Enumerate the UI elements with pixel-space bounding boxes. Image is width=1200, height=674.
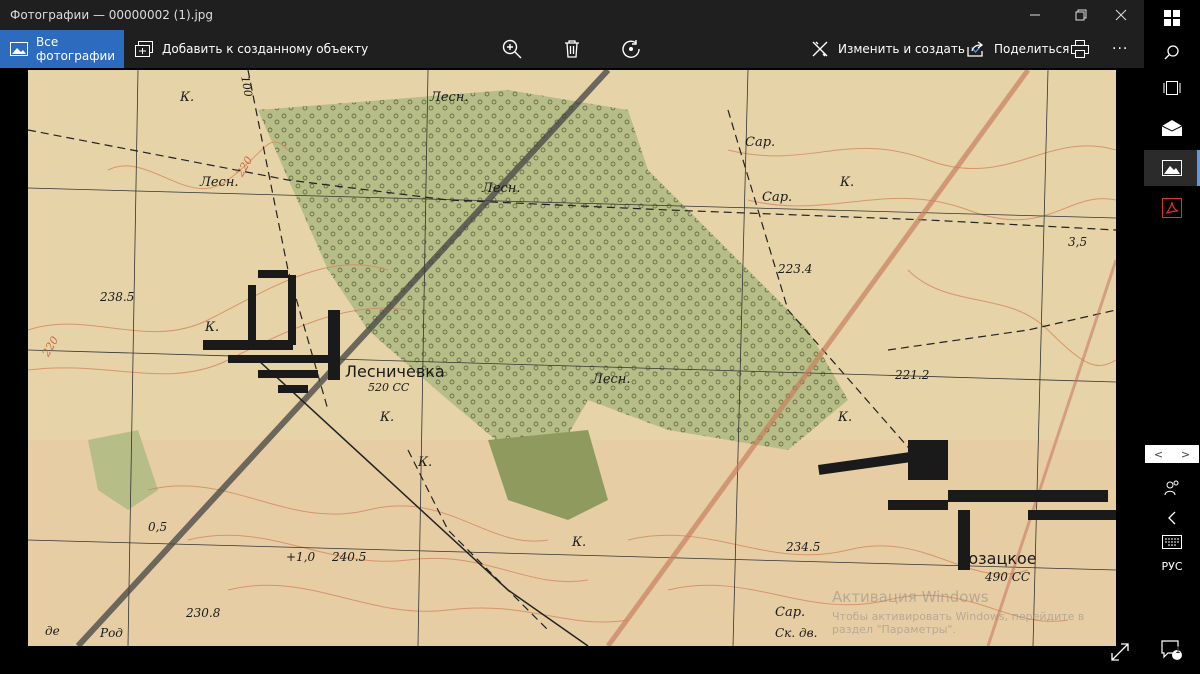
edit-create-icon xyxy=(810,39,830,59)
delete-button[interactable] xyxy=(562,30,590,68)
map-image xyxy=(28,70,1116,646)
taskbar-app-pdf[interactable] xyxy=(1144,190,1200,226)
photo-icon xyxy=(1162,160,1182,176)
zoom-button[interactable] xyxy=(502,30,530,68)
people-icon xyxy=(1164,480,1179,496)
close-icon xyxy=(1115,9,1127,21)
scroll-right-button[interactable]: > xyxy=(1172,445,1199,463)
add-to-creation-button[interactable]: Добавить к созданному объекту xyxy=(134,30,368,68)
taskbar: РУС 1 xyxy=(1144,0,1200,674)
rotate-icon xyxy=(621,39,641,59)
toolbar: Все фотографии Добавить к созданному объ… xyxy=(0,30,1144,68)
scroll-left-button[interactable]: < xyxy=(1145,445,1172,463)
window-title: Фотографии — 00000002 (1).jpg xyxy=(10,8,214,22)
start-button[interactable] xyxy=(1144,0,1200,36)
action-center-button[interactable]: 1 xyxy=(1144,632,1200,668)
expand-icon xyxy=(1111,643,1129,661)
chevron-left-icon xyxy=(1168,511,1176,525)
print-button[interactable] xyxy=(1070,30,1098,68)
windows-icon xyxy=(1164,10,1180,26)
edit-create-button[interactable]: Изменить и создать xyxy=(810,30,980,68)
trash-icon xyxy=(562,39,582,59)
taskbar-app-mail[interactable] xyxy=(1144,110,1200,146)
search-button[interactable] xyxy=(1144,34,1200,70)
add-to-creation-icon xyxy=(134,39,154,59)
all-photos-button[interactable]: Все фотографии xyxy=(0,30,124,68)
edit-create-label: Изменить и создать xyxy=(838,42,965,56)
share-label: Поделиться xyxy=(994,42,1070,56)
task-view-button[interactable] xyxy=(1144,70,1200,106)
printer-icon xyxy=(1070,39,1090,59)
minimize-button[interactable] xyxy=(1012,0,1058,30)
mail-icon xyxy=(1162,120,1182,136)
language-indicator[interactable]: РУС xyxy=(1144,560,1200,573)
restore-icon xyxy=(1075,9,1087,21)
taskbar-app-photos[interactable] xyxy=(1144,150,1200,186)
share-icon xyxy=(966,39,986,59)
title-bar: Фотографии — 00000002 (1).jpg xyxy=(0,0,1144,30)
add-to-creation-label: Добавить к созданному объекту xyxy=(162,42,369,56)
touch-keyboard-button[interactable] xyxy=(1144,524,1200,560)
photo-icon xyxy=(10,39,28,59)
taskbar-scroll-control: < > xyxy=(1145,445,1199,463)
zoom-in-icon xyxy=(502,39,522,59)
search-icon xyxy=(1164,45,1179,60)
fullscreen-button[interactable] xyxy=(1110,642,1134,664)
all-photos-label: Все фотографии xyxy=(36,35,116,63)
rotate-button[interactable] xyxy=(621,30,649,68)
task-view-icon xyxy=(1163,81,1181,95)
notification-count: 1 xyxy=(1175,646,1181,656)
keyboard-icon xyxy=(1162,535,1182,549)
pdf-icon xyxy=(1162,198,1182,218)
more-options-button[interactable]: ··· xyxy=(1112,30,1128,68)
close-button[interactable] xyxy=(1098,0,1144,30)
minimize-icon xyxy=(1030,14,1040,16)
more-icon: ··· xyxy=(1112,41,1129,57)
share-button[interactable]: Поделиться xyxy=(966,30,1069,68)
